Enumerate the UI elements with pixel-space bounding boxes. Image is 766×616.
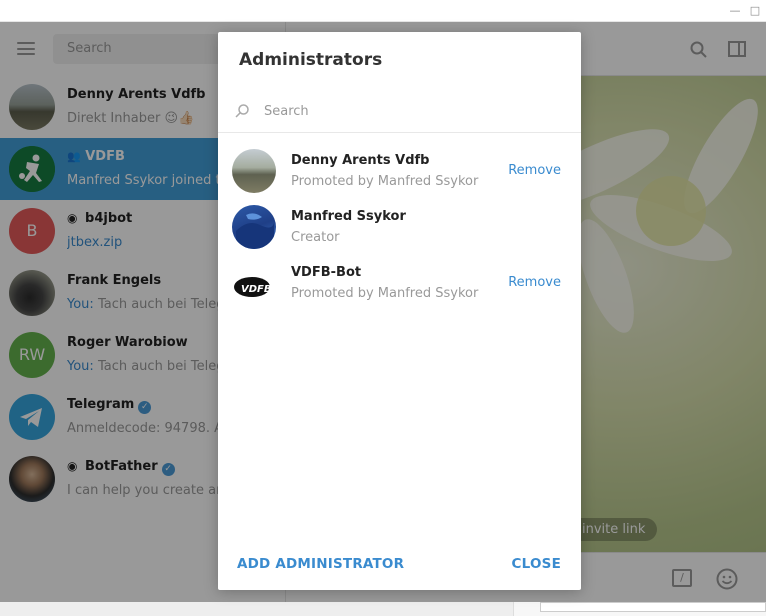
- background-field: [540, 602, 766, 612]
- taskbar-strip: [0, 602, 766, 616]
- administrators-dialog: Administrators Denny Arents Vdfb Promote…: [218, 32, 581, 590]
- admin-row-vdfb-bot[interactable]: VDFB VDFB-Bot Promoted by Manfred Ssykor…: [218, 255, 581, 311]
- vdfb-logo-icon: VDFB: [234, 277, 272, 297]
- admin-role: Promoted by Manfred Ssykor: [291, 286, 479, 301]
- avatar-graphic: [236, 213, 274, 249]
- admin-search-input[interactable]: [264, 101, 554, 121]
- add-administrator-button[interactable]: ADD ADMINISTRATOR: [237, 556, 404, 572]
- admin-role: Promoted by Manfred Ssykor: [291, 174, 479, 189]
- avatar: [232, 149, 276, 193]
- admin-row-manfred[interactable]: Manfred Ssykor Creator: [218, 199, 581, 255]
- avatar: VDFB: [232, 261, 276, 305]
- search-icon: [235, 104, 249, 118]
- maximize-icon[interactable]: □: [748, 4, 762, 18]
- admin-role: Creator: [291, 230, 340, 245]
- close-button[interactable]: CLOSE: [512, 556, 561, 572]
- admin-name: Manfred Ssykor: [291, 209, 406, 224]
- window-titlebar: — □: [0, 0, 766, 22]
- admin-name: Denny Arents Vdfb: [291, 153, 430, 168]
- avatar: [232, 205, 276, 249]
- admin-row-denny[interactable]: Denny Arents Vdfb Promoted by Manfred Ss…: [218, 143, 581, 199]
- svg-text:VDFB: VDFB: [241, 284, 272, 295]
- dialog-title: Administrators: [239, 50, 383, 70]
- divider: [218, 132, 581, 133]
- remove-admin-button[interactable]: Remove: [508, 275, 561, 290]
- minimize-icon[interactable]: —: [728, 4, 742, 18]
- remove-admin-button[interactable]: Remove: [508, 163, 561, 178]
- admin-name: VDFB-Bot: [291, 265, 362, 280]
